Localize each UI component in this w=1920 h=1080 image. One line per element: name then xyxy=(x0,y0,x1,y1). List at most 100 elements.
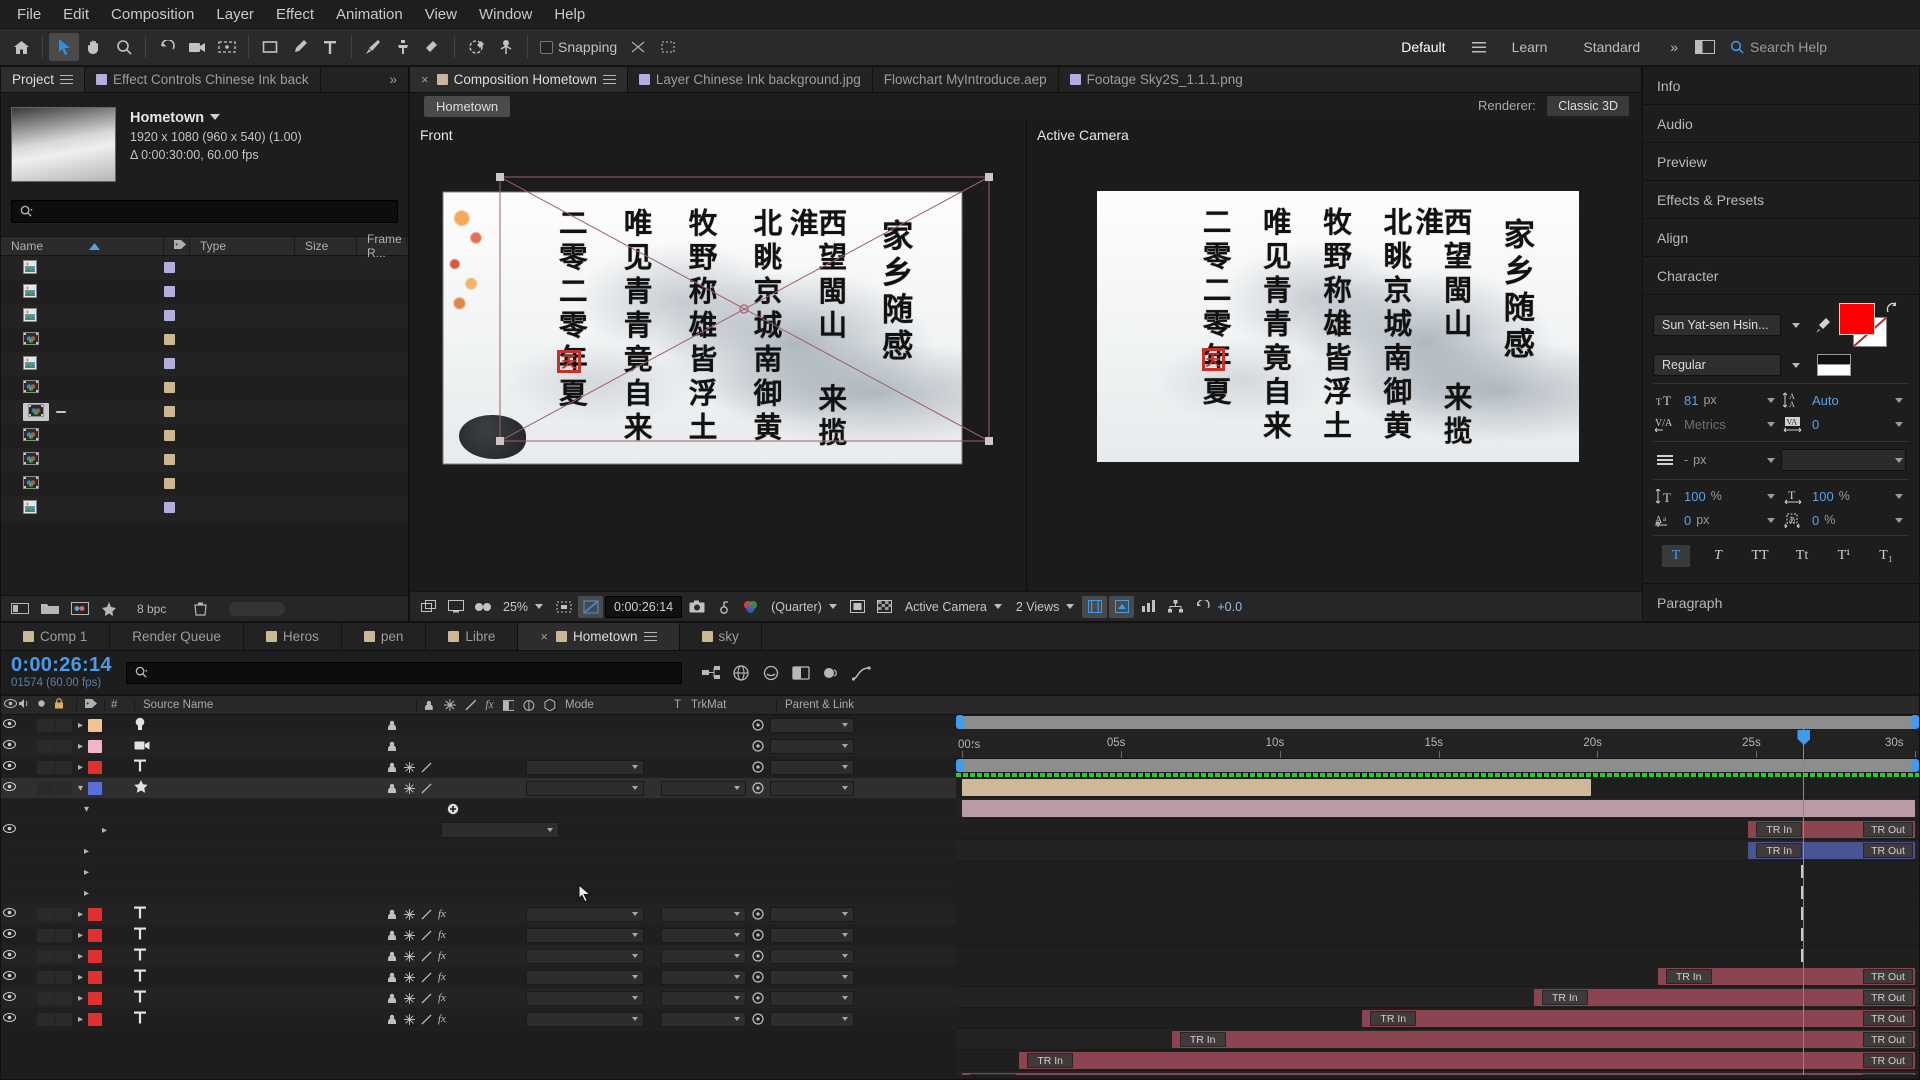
close-icon[interactable]: × xyxy=(421,72,429,87)
layer-twirl-toggle[interactable]: ▸ xyxy=(73,993,88,1004)
type-tool[interactable] xyxy=(315,33,345,61)
vertical-scale-control[interactable]: T 100 % xyxy=(1653,487,1781,505)
show-snapshot-icon[interactable] xyxy=(711,596,736,618)
menu-composition[interactable]: Composition xyxy=(100,3,205,26)
layer-mode-select[interactable] xyxy=(526,906,644,922)
layer-trkmat-cell[interactable] xyxy=(661,927,746,943)
layer-trkmat-select[interactable] xyxy=(661,927,746,943)
parent-switch-icon[interactable] xyxy=(386,741,398,752)
layer-trkmat-cell[interactable] xyxy=(661,990,746,1006)
layer-visibility-toggle[interactable] xyxy=(1,719,18,731)
tab-effect-controls[interactable]: Effect Controls Chinese Ink back xyxy=(85,67,321,92)
layer-visibility-toggle[interactable] xyxy=(1,761,18,773)
layer-parent-cell[interactable] xyxy=(746,990,854,1006)
chevron-down-icon[interactable] xyxy=(1895,397,1903,403)
rectangle-tool[interactable] xyxy=(255,33,285,61)
layer-twirl-toggle[interactable]: ▸ xyxy=(73,930,88,941)
layer-visibility-toggle[interactable] xyxy=(1,908,18,920)
column-source-name-header[interactable]: Source Name xyxy=(134,699,416,711)
chevron-down-icon[interactable] xyxy=(1895,517,1903,523)
current-time-display[interactable]: 0:00:26:14 xyxy=(605,595,683,618)
timeline-tab-pen[interactable]: pen xyxy=(342,623,427,650)
snapping-checkbox[interactable] xyxy=(540,40,553,54)
pixel-aspect-correction-icon[interactable] xyxy=(1109,595,1135,618)
leading-control[interactable]: AA Auto xyxy=(1781,391,1909,409)
layer-marker-tr-in[interactable]: TR In xyxy=(1179,1032,1226,1047)
panel-align-header[interactable]: Align xyxy=(1643,219,1919,257)
workspace-standard[interactable]: Standard xyxy=(1565,28,1658,66)
work-area-bar-2[interactable] xyxy=(958,759,1917,772)
layer-twirl-toggle[interactable]: ▸ xyxy=(73,909,88,920)
default-colors-icon[interactable] xyxy=(1817,354,1851,376)
column-name[interactable]: Name xyxy=(11,239,43,253)
pickwhip-icon[interactable] xyxy=(752,992,764,1004)
layer-visibility-toggle[interactable] xyxy=(1,1013,18,1025)
layer-mode-select[interactable] xyxy=(526,759,644,775)
layer-parent-select[interactable] xyxy=(770,759,854,775)
project-row[interactable] xyxy=(1,352,408,376)
renderer-value[interactable]: Classic 3D xyxy=(1547,96,1629,116)
pickwhip-icon[interactable] xyxy=(752,719,764,731)
channel-rgb-icon[interactable] xyxy=(738,596,763,618)
project-panel-menu-icon[interactable] xyxy=(60,74,74,85)
character-style-button-3[interactable]: Tt xyxy=(1788,545,1816,567)
chevron-down-icon[interactable] xyxy=(1767,457,1775,463)
layer-lock-toggle[interactable] xyxy=(55,991,72,1005)
layer-duration-bar[interactable] xyxy=(962,1073,1915,1075)
project-row[interactable] xyxy=(1,256,408,280)
layer-parent-cell[interactable] xyxy=(746,948,854,964)
share-view-axes-icon[interactable] xyxy=(1082,595,1108,618)
fx-switch-icon[interactable]: fx xyxy=(438,971,446,983)
layer-marker-tr-in[interactable]: TR In xyxy=(1541,990,1588,1005)
font-family-chevron-icon[interactable] xyxy=(1787,314,1805,336)
rectangle-mode-select[interactable] xyxy=(441,822,559,838)
timeline-tab-render-queue[interactable]: Render Queue xyxy=(110,623,244,650)
timeline-tracks[interactable]: TR In TR Out TR In TR Out TR In TR Out TR In TR… xyxy=(956,773,1919,1075)
shape-property-row[interactable]: ▸ xyxy=(1,820,956,841)
column-video-header[interactable] xyxy=(1,699,18,711)
project-row-label-swatch[interactable] xyxy=(164,357,190,372)
quality-switch-icon[interactable] xyxy=(404,782,415,794)
breadcrumb[interactable]: Hometown xyxy=(424,95,511,117)
pickwhip-icon[interactable] xyxy=(752,782,764,794)
effects-switch-icon[interactable] xyxy=(421,929,432,941)
exposure-value[interactable]: +0.0 xyxy=(1217,600,1242,614)
project-row[interactable] xyxy=(1,280,408,304)
swap-colors-icon[interactable] xyxy=(1885,301,1899,315)
layer-mode-cell[interactable] xyxy=(526,969,644,985)
fx-switch-icon[interactable]: fx xyxy=(438,908,446,920)
layer-parent-cell[interactable] xyxy=(746,780,854,796)
project-row[interactable] xyxy=(1,472,408,496)
timeline-layer-row[interactable]: ▸ fx xyxy=(1,967,956,988)
time-ruler[interactable]: ؛00s 05s 10s 15s 20s 25s 30s xyxy=(956,729,1919,759)
layer-trkmat-cell[interactable] xyxy=(661,780,746,796)
shape-property-twirl[interactable]: ▾ xyxy=(18,804,95,815)
workspace-menu-icon[interactable] xyxy=(1464,33,1494,61)
pickwhip-icon[interactable] xyxy=(752,971,764,983)
layer-visibility-toggle[interactable] xyxy=(1,740,18,752)
pen-tool[interactable] xyxy=(285,33,315,61)
timeline-track-row[interactable]: TR In TR Out xyxy=(956,1050,1919,1071)
work-area-start-handle[interactable] xyxy=(956,715,964,729)
layer-parent-select[interactable] xyxy=(770,969,854,985)
shape-property-track[interactable] xyxy=(956,945,1919,966)
layer-trkmat-select[interactable] xyxy=(661,906,746,922)
parent-switch-icon[interactable] xyxy=(386,762,398,773)
timeline-layer-row[interactable]: ▸ fx xyxy=(1,988,956,1009)
layer-marker-tr-out[interactable]: TR Out xyxy=(1863,843,1913,858)
pickwhip-icon[interactable] xyxy=(752,761,764,773)
quality-switch-icon[interactable] xyxy=(404,1013,415,1025)
layer-marker-tr-out[interactable]: TR Out xyxy=(1863,1011,1913,1026)
layer-lock-toggle[interactable] xyxy=(55,949,72,963)
layer-marker-tr-out[interactable]: TR Out xyxy=(1863,1032,1913,1047)
font-style-select[interactable]: Regular xyxy=(1653,354,1781,376)
color-depth-label[interactable]: 8 bpc xyxy=(137,602,166,616)
layer-trkmat-select[interactable] xyxy=(661,948,746,964)
project-footer-slider[interactable] xyxy=(229,601,286,616)
contents-add-control[interactable] xyxy=(441,803,459,815)
layer-mode-select[interactable] xyxy=(526,969,644,985)
menu-file[interactable]: File xyxy=(6,3,52,26)
project-row-label-swatch[interactable] xyxy=(164,405,190,420)
layer-visibility-toggle[interactable] xyxy=(1,782,18,794)
zoom-level-select[interactable]: 25% xyxy=(497,598,549,616)
